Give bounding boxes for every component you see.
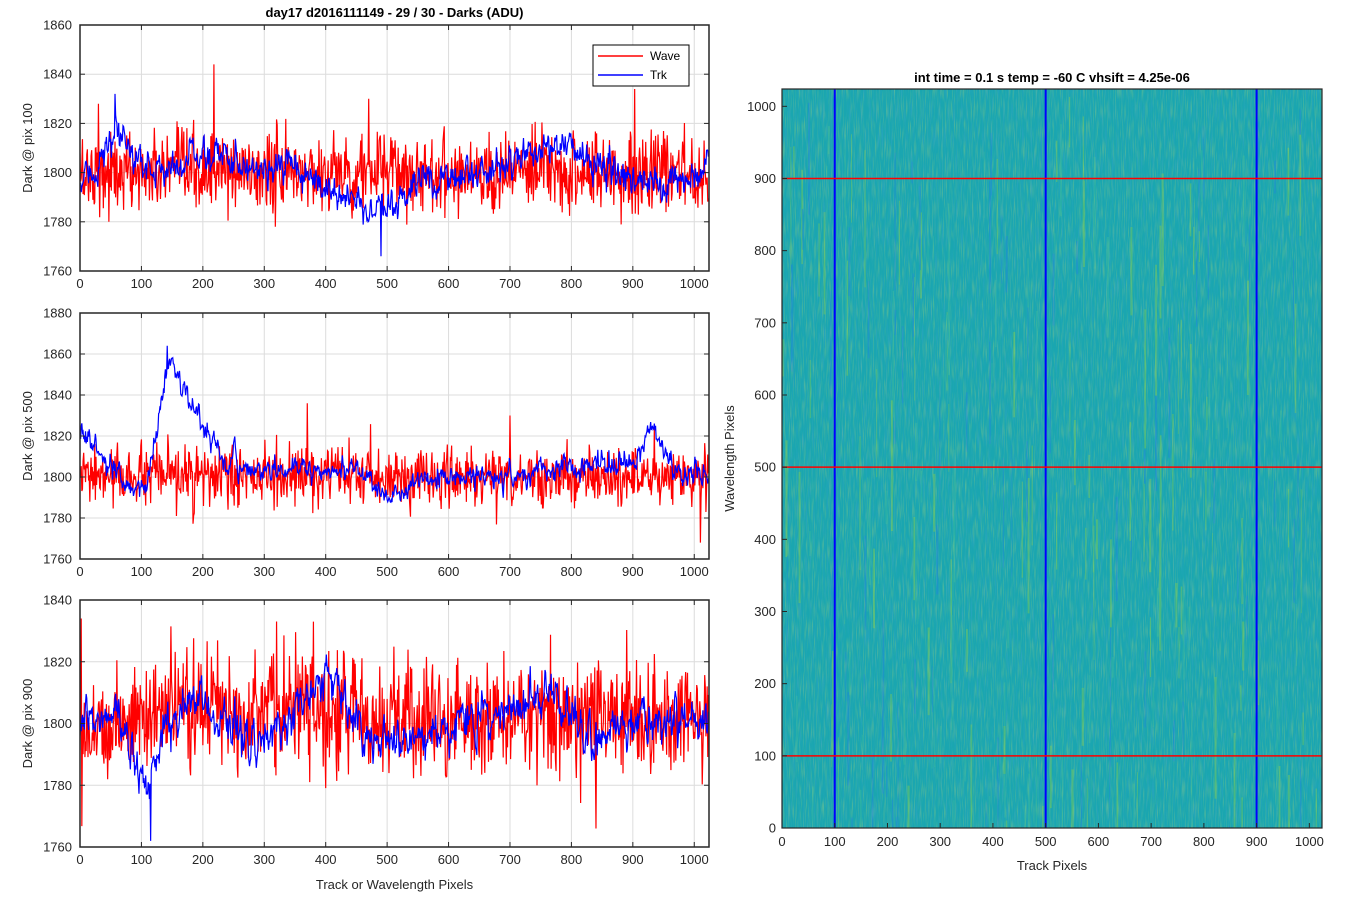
x-tick-label: 400 [315,852,337,867]
y-axis-label: Dark @ pix 900 [20,679,35,769]
x-tick-label: 400 [315,276,337,291]
y-tick-label: 600 [754,387,776,402]
y-tick-label: 1780 [43,511,72,526]
x-tick-label: 300 [929,834,951,849]
x-tick-label: 1000 [680,564,709,579]
y-tick-label: 1800 [43,716,72,731]
y-tick-label: 1880 [43,306,72,321]
y-tick-label: 100 [754,748,776,763]
figure: day17 d2016111149 - 29 / 30 - Darks (ADU… [20,5,1324,892]
x-tick-label: 700 [1140,834,1162,849]
x-tick-label: 700 [499,852,521,867]
x-tick-label: 600 [438,852,460,867]
legend: Wave Trk [592,44,690,87]
x-tick-label: 300 [253,564,275,579]
x-tick-label: 1000 [680,852,709,867]
x-axis-label: Track or Wavelength Pixels [316,877,474,892]
y-tick-label: 1800 [43,470,72,485]
heatmap-noise-dark [782,89,1322,828]
y-axis-label: Wavelength Pixels [722,405,737,512]
x-tick-label: 200 [192,564,214,579]
y-tick-label: 400 [754,532,776,547]
figure-title: day17 d2016111149 - 29 / 30 - Darks (ADU… [266,5,524,20]
x-tick-label: 800 [561,276,583,291]
y-tick-label: 1820 [43,116,72,131]
y-tick-label: 1840 [43,593,72,608]
x-tick-label: 100 [824,834,846,849]
legend-label-wave: Wave [650,49,681,63]
y-tick-label: 1000 [747,99,776,114]
x-tick-label: 0 [778,834,785,849]
x-tick-label: 200 [877,834,899,849]
x-tick-label: 900 [622,852,644,867]
x-tick-label: 0 [76,564,83,579]
y-axis-label: Dark @ pix 500 [20,391,35,481]
y-tick-label: 1820 [43,429,72,444]
x-tick-label: 600 [1088,834,1110,849]
x-tick-label: 1000 [680,276,709,291]
x-tick-label: 400 [982,834,1004,849]
x-tick-label: 800 [1193,834,1215,849]
x-tick-label: 600 [438,276,460,291]
y-tick-label: 200 [754,676,776,691]
heatmap-title: int time = 0.1 s temp = -60 C vhsift = 4… [914,70,1190,85]
x-tick-label: 500 [376,276,398,291]
x-tick-label: 0 [76,852,83,867]
x-tick-label: 400 [315,564,337,579]
x-tick-label: 200 [192,276,214,291]
y-tick-label: 1760 [43,840,72,855]
y-tick-label: 1820 [43,654,72,669]
x-tick-label: 300 [253,276,275,291]
y-tick-label: 1760 [43,264,72,279]
x-tick-label: 1000 [1295,834,1324,849]
x-axis-label: Track Pixels [1017,858,1088,873]
x-tick-label: 800 [561,564,583,579]
x-tick-label: 500 [376,852,398,867]
y-tick-label: 800 [754,243,776,258]
x-tick-label: 500 [376,564,398,579]
middle-line-chart: 0 100 200 300 400 500 600 700 800 900 1000 1760 1780… [20,306,710,579]
x-tick-label: 0 [76,276,83,291]
y-tick-label: 1860 [43,347,72,362]
y-tick-label: 1780 [43,778,72,793]
y-tick-label: 1800 [43,165,72,180]
dark-frame-heatmap: int time = 0.1 s temp = -60 C vhsift = 4… [722,70,1324,873]
y-tick-label: 700 [754,315,776,330]
x-tick-label: 100 [131,564,153,579]
x-tick-label: 900 [1246,834,1268,849]
x-tick-label: 600 [438,564,460,579]
y-tick-label: 900 [754,171,776,186]
top-line-chart: 0 100 200 300 400 500 600 700 800 900 1000 1760 1780… [20,18,710,291]
x-tick-label: 900 [622,564,644,579]
x-tick-label: 100 [131,276,153,291]
bottom-line-chart: 0 100 200 300 400 500 600 700 800 900 1000 1760 1780… [20,593,710,892]
x-tick-label: 200 [192,852,214,867]
y-tick-label: 1780 [43,214,72,229]
x-tick-label: 900 [622,276,644,291]
x-tick-label: 800 [561,852,583,867]
x-tick-label: 700 [499,564,521,579]
x-tick-label: 700 [499,276,521,291]
y-tick-label: 0 [769,821,776,836]
x-tick-label: 300 [253,852,275,867]
x-tick-label: 100 [131,852,153,867]
y-tick-label: 1860 [43,18,72,33]
x-tick-label: 500 [1035,834,1057,849]
legend-label-trk: Trk [650,68,668,82]
y-tick-label: 500 [754,460,776,475]
y-axis-label: Dark @ pix 100 [20,103,35,193]
y-tick-label: 1840 [43,388,72,403]
y-tick-label: 1760 [43,552,72,567]
y-tick-label: 300 [754,604,776,619]
y-tick-label: 1840 [43,67,72,82]
